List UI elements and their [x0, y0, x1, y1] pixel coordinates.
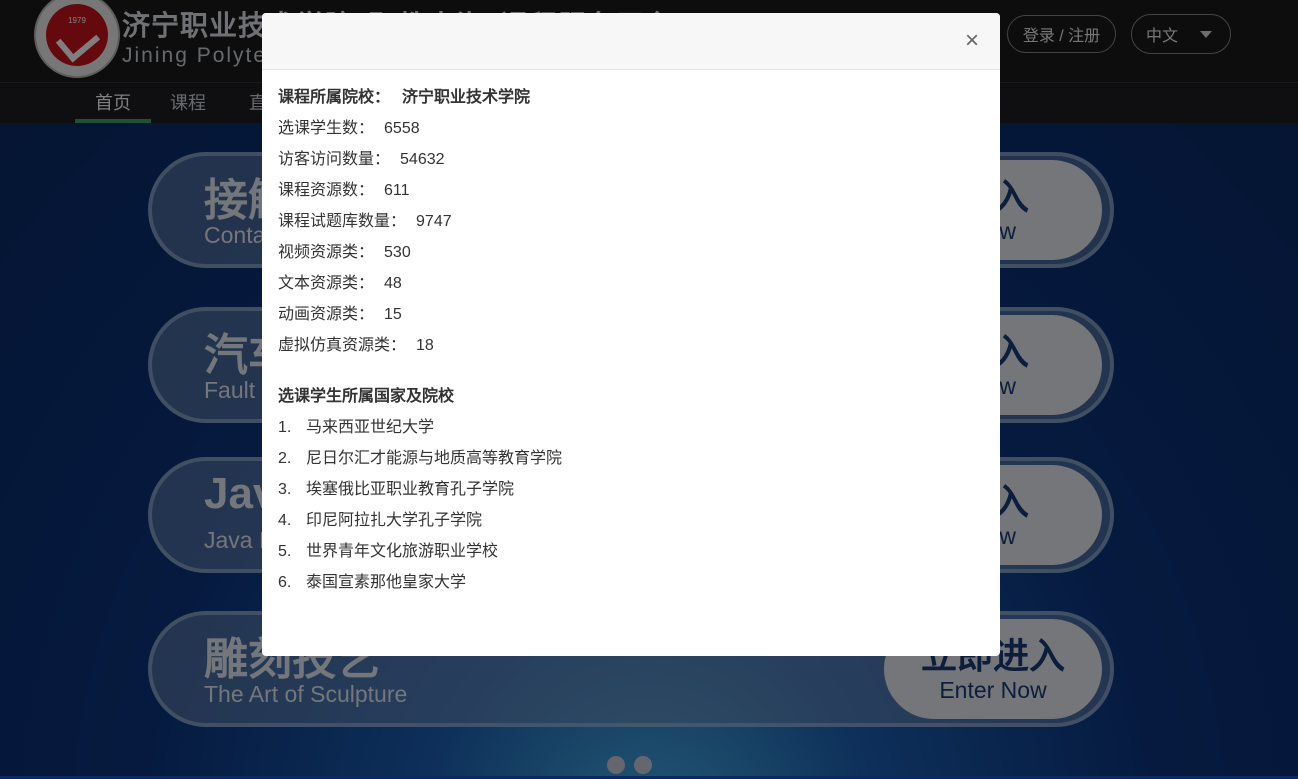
list-item: 1. 马来西亚世纪大学: [278, 412, 984, 443]
stat-label: 课程资源数：: [278, 182, 375, 199]
stat-label: 动画资源类：: [278, 306, 375, 323]
institution-name: 世界青年文化旅游职业学校: [306, 543, 499, 560]
list-item: 6. 泰国宣素那他皇家大学: [278, 567, 984, 598]
list-item: 2. 尼日尔汇才能源与地质高等教育学院: [278, 443, 984, 474]
stat-value: 611: [384, 182, 410, 199]
list-item: 4. 印尼阿拉扎大学孔子学院: [278, 505, 984, 536]
stat-label: 课程试题库数量：: [278, 213, 407, 230]
stat-row: 访客访问数量： 54632: [278, 144, 984, 175]
stat-row: 视频资源类： 530: [278, 237, 984, 268]
stat-label: 文本资源类：: [278, 275, 375, 292]
stat-value: 15: [384, 306, 402, 323]
stat-label: 选课学生数：: [278, 120, 375, 137]
school-line: 课程所属院校： 济宁职业技术学院: [278, 83, 984, 113]
stat-value: 48: [384, 275, 402, 292]
stat-value: 9747: [416, 213, 452, 230]
stat-value: 530: [384, 244, 411, 261]
stat-label: 访客访问数量：: [278, 151, 391, 168]
modal-body: 课程所属院校： 济宁职业技术学院 选课学生数： 6558 访客访问数量： 54632 …: [278, 83, 984, 598]
list-number: 5.: [278, 543, 292, 560]
stat-value: 54632: [400, 151, 445, 168]
institution-name: 埃塞俄比亚职业教育孔子学院: [306, 481, 515, 498]
list-number: 3.: [278, 481, 292, 498]
list-item: 3. 埃塞俄比亚职业教育孔子学院: [278, 474, 984, 505]
stat-value: 6558: [384, 120, 420, 137]
institution-name: 泰国宣素那他皇家大学: [306, 574, 467, 591]
stat-row: 课程试题库数量： 9747: [278, 206, 984, 237]
close-icon[interactable]: ×: [960, 29, 984, 53]
section-title: 选课学生所属国家及院校: [278, 388, 455, 405]
institution-name: 马来西亚世纪大学: [306, 419, 435, 436]
stat-row: 文本资源类： 48: [278, 268, 984, 299]
modal-header: ×: [262, 13, 1000, 70]
stat-row: 动画资源类： 15: [278, 299, 984, 330]
institution-name: 印尼阿拉扎大学孔子学院: [306, 512, 483, 529]
stat-row: 虚拟仿真资源类： 18: [278, 330, 984, 361]
list-item: 5. 世界青年文化旅游职业学校: [278, 536, 984, 567]
list-number: 4.: [278, 512, 292, 529]
list-number: 1.: [278, 419, 292, 436]
stat-label: 视频资源类：: [278, 244, 375, 261]
list-number: 6.: [278, 574, 292, 591]
stat-label: 虚拟仿真资源类：: [278, 337, 407, 354]
stat-value: 18: [416, 337, 434, 354]
school-value: 济宁职业技术学院: [402, 89, 531, 106]
course-info-modal: × 课程所属院校： 济宁职业技术学院 选课学生数： 6558 访客访问数量： 5463…: [262, 13, 1000, 656]
list-number: 2.: [278, 450, 292, 467]
institution-name: 尼日尔汇才能源与地质高等教育学院: [306, 450, 563, 467]
school-label: 课程所属院校：: [278, 89, 391, 106]
stat-row: 选课学生数： 6558: [278, 113, 984, 144]
stat-row: 课程资源数： 611: [278, 175, 984, 206]
